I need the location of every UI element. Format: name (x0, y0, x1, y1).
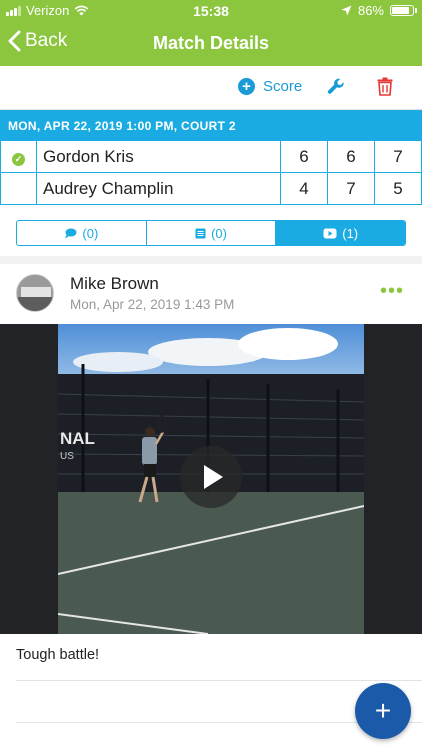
avatar[interactable] (16, 274, 54, 312)
post-timestamp: Mon, Apr 22, 2019 1:43 PM (70, 297, 235, 312)
set-score: 6 (327, 140, 375, 173)
add-post-button[interactable]: + (355, 683, 411, 739)
more-options-button[interactable]: ••• (380, 281, 404, 301)
comments-icon (65, 228, 77, 238)
player-name: Gordon Kris (36, 140, 281, 173)
video-player[interactable]: NAL US (0, 324, 422, 634)
edit-match-button[interactable] (327, 78, 345, 101)
tab-videos-count: (1) (342, 225, 359, 241)
tab-stats-count: (0) (211, 225, 227, 241)
battery-percent: 86% (357, 3, 384, 18)
tab-videos[interactable]: (1) (276, 221, 405, 245)
match-date-banner: MON, APR 22, 2019 1:00 PM, COURT 2 (0, 110, 422, 140)
set-score: 6 (280, 140, 328, 173)
player-name: Audrey Champlin (36, 172, 281, 205)
set-score: 7 (374, 140, 422, 173)
tab-comments[interactable]: (0) (17, 221, 147, 245)
battery-icon (390, 5, 417, 16)
video-icon (323, 228, 337, 238)
winner-cell: ✓ (0, 140, 37, 173)
winner-check-icon: ✓ (12, 152, 25, 166)
trash-icon (377, 77, 393, 96)
post-author[interactable]: Mike Brown (70, 274, 159, 294)
wrench-icon (327, 78, 344, 94)
svg-text:US: US (60, 451, 74, 462)
score-row-player-2: Audrey Champlin 4 7 5 (0, 172, 422, 205)
plus-circle-icon: + (238, 78, 255, 95)
post-header: Mike Brown Mon, Apr 22, 2019 1:43 PM ••• (0, 264, 422, 324)
action-toolbar: + Score (0, 66, 422, 110)
nav-bar: Back Match Details (0, 22, 422, 66)
svg-text:NAL: NAL (60, 429, 95, 448)
winner-cell (0, 172, 37, 205)
app-header: Verizon 15:38 86% Back Match Details (0, 0, 422, 66)
status-right: 86% (341, 3, 417, 18)
page-title: Match Details (152, 33, 270, 53)
status-bar: Verizon 15:38 86% (0, 0, 422, 22)
list-icon (195, 228, 206, 238)
avatar-image (17, 275, 53, 311)
add-score-button[interactable]: + Score (238, 78, 302, 95)
set-score: 4 (280, 172, 328, 205)
tab-stats[interactable]: (0) (147, 221, 277, 245)
score-row-player-1: ✓ Gordon Kris 6 6 7 (0, 140, 422, 173)
content-tabs: (0) (0) (1) (16, 220, 406, 246)
score-label: Score (263, 78, 303, 95)
divider (16, 680, 422, 681)
set-score: 7 (327, 172, 375, 205)
post-caption: Tough battle! (16, 647, 100, 663)
battery-fill (392, 7, 410, 14)
score-table: ✓ Gordon Kris 6 6 7 Audrey Champlin 4 7 … (0, 140, 422, 205)
location-arrow-icon (341, 5, 352, 16)
set-score: 5 (374, 172, 422, 205)
tab-comments-count: (0) (82, 225, 99, 241)
section-divider (0, 256, 422, 264)
delete-match-button[interactable] (377, 77, 393, 101)
play-button[interactable] (180, 446, 242, 508)
